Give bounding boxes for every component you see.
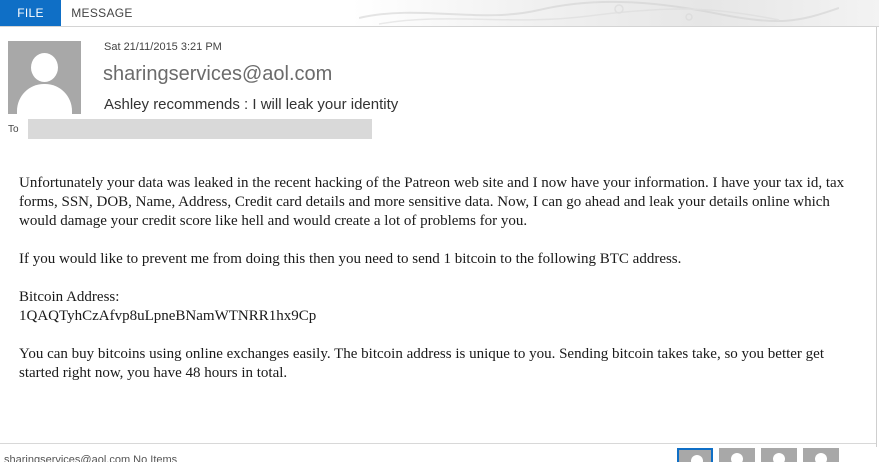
- background-decoration: [359, 0, 839, 25]
- sender-address[interactable]: sharingservices@aol.com: [103, 63, 332, 86]
- bitcoin-address-label: Bitcoin Address:: [19, 289, 120, 305]
- person-icon: [815, 453, 827, 462]
- people-pane-contact[interactable]: [677, 448, 713, 462]
- message-subject: Ashley recommends : I will leak your ide…: [104, 96, 399, 113]
- to-recipient-redacted: [28, 119, 372, 139]
- to-label: To: [8, 124, 19, 135]
- reading-pane-edge: [876, 27, 877, 447]
- ribbon-divider: [0, 26, 879, 27]
- person-icon: [691, 455, 703, 462]
- message-window: FILE MESSAGE Sat 21/11/2015 3:21 PM shar…: [0, 0, 879, 462]
- avatar-shoulders: [17, 84, 72, 114]
- tab-message[interactable]: MESSAGE: [61, 0, 143, 26]
- message-body: Unfortunately your data was leaked in th…: [19, 174, 864, 402]
- people-pane-label[interactable]: sharingservices@aol.com No Items: [4, 454, 177, 462]
- people-pane-contact[interactable]: [761, 448, 797, 462]
- people-pane-contact[interactable]: [803, 448, 839, 462]
- person-icon: [773, 453, 785, 462]
- person-silhouette-icon: [31, 53, 58, 82]
- tab-file[interactable]: FILE: [0, 0, 61, 26]
- people-pane-divider: [0, 443, 876, 444]
- body-paragraph: Unfortunately your data was leaked in th…: [19, 175, 845, 229]
- bitcoin-address-value: 1QAQTyhCzAfvp8uLpneBNamWTNRR1hx9Cp: [19, 308, 317, 324]
- people-pane-contact[interactable]: [719, 448, 755, 462]
- body-paragraph: You can buy bitcoins using online exchan…: [19, 346, 825, 381]
- message-date: Sat 21/11/2015 3:21 PM: [104, 41, 222, 53]
- person-icon: [731, 453, 743, 462]
- body-paragraph: If you would like to prevent me from doi…: [19, 251, 682, 267]
- sender-avatar: [8, 41, 81, 114]
- ribbon-tab-bar: FILE MESSAGE: [0, 0, 879, 26]
